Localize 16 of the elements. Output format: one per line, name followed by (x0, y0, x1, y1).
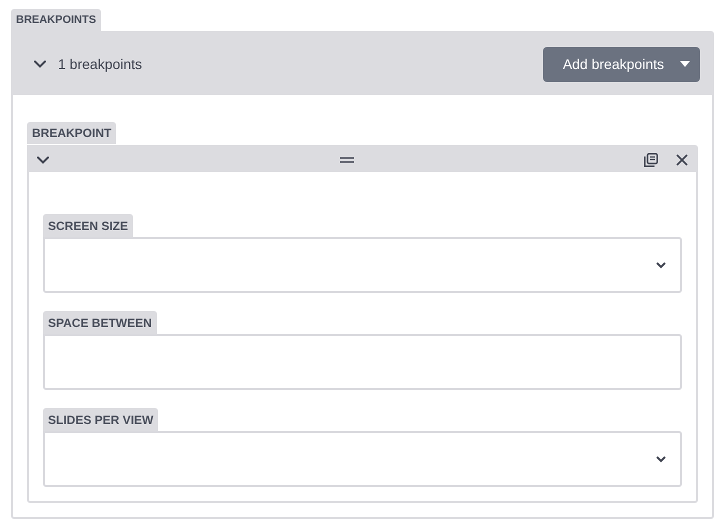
chevron-down-icon (656, 456, 666, 463)
select-field[interactable] (43, 431, 682, 488)
select-field[interactable] (43, 237, 682, 294)
field-label: SLIDES PER VIEW (43, 408, 158, 432)
dropdown-caret-icon (680, 61, 690, 68)
field-label: SPACE BETWEEN (43, 311, 157, 334)
breakpoint-count: 1 breakpoints (58, 54, 142, 74)
add-breakpoints-button[interactable]: Add breakpoints (542, 46, 700, 82)
drag-handle-icon[interactable] (340, 156, 354, 163)
chevron-down-icon[interactable] (37, 156, 49, 164)
field-label: SCREEN SIZE (43, 214, 134, 238)
copy-icon[interactable] (644, 152, 658, 167)
input-field[interactable] (43, 334, 682, 390)
chevron-down-icon (656, 262, 666, 269)
close-icon[interactable] (676, 154, 688, 166)
chevron-down-icon[interactable] (34, 60, 46, 68)
